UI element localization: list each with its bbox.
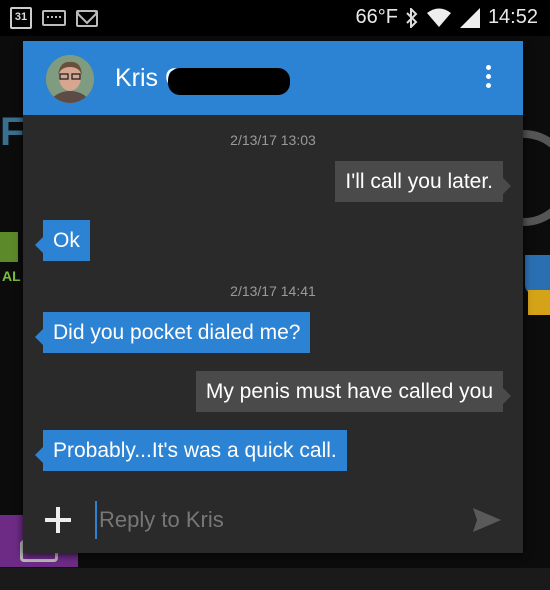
background-bottom-bar [0,568,550,590]
outgoing-message[interactable]: I'll call you later. [335,161,511,202]
message-timestamp: 2/13/17 13:03 [230,132,316,148]
incoming-message[interactable]: Did you pocket dialed me? [34,312,311,353]
background-green-block [0,232,18,262]
message-timestamp: 2/13/17 14:41 [230,283,316,299]
dialog-header: Kris C [23,41,523,115]
quick-reply-dialog: Kris C 2/13/17 13:03 I'll call you later… [23,41,523,553]
background-label: AL [2,268,21,284]
overflow-menu-icon[interactable] [483,65,493,93]
send-icon[interactable] [471,506,503,534]
signal-icon [459,7,480,28]
status-bar: 31 66°F 14:52 [0,0,550,36]
wifi-icon [426,8,451,27]
background-app-icon [525,255,550,295]
clock: 14:52 [487,6,538,28]
background-app-icon-yellow [528,290,550,315]
calendar-icon: 31 [10,7,32,29]
redaction-bar [168,68,290,95]
reply-input[interactable] [95,501,459,539]
temperature: 66°F [355,6,398,28]
contact-avatar[interactable] [46,55,94,103]
outgoing-message[interactable]: My penis must have called you [195,371,512,412]
reply-composer [23,489,523,549]
plus-icon[interactable] [45,507,71,533]
keyboard-icon [42,10,66,26]
bluetooth-icon [406,7,418,28]
gmail-icon [76,9,98,27]
incoming-message[interactable]: Probably...It's was a quick call. [35,430,347,471]
incoming-message[interactable]: Ok [35,220,90,261]
